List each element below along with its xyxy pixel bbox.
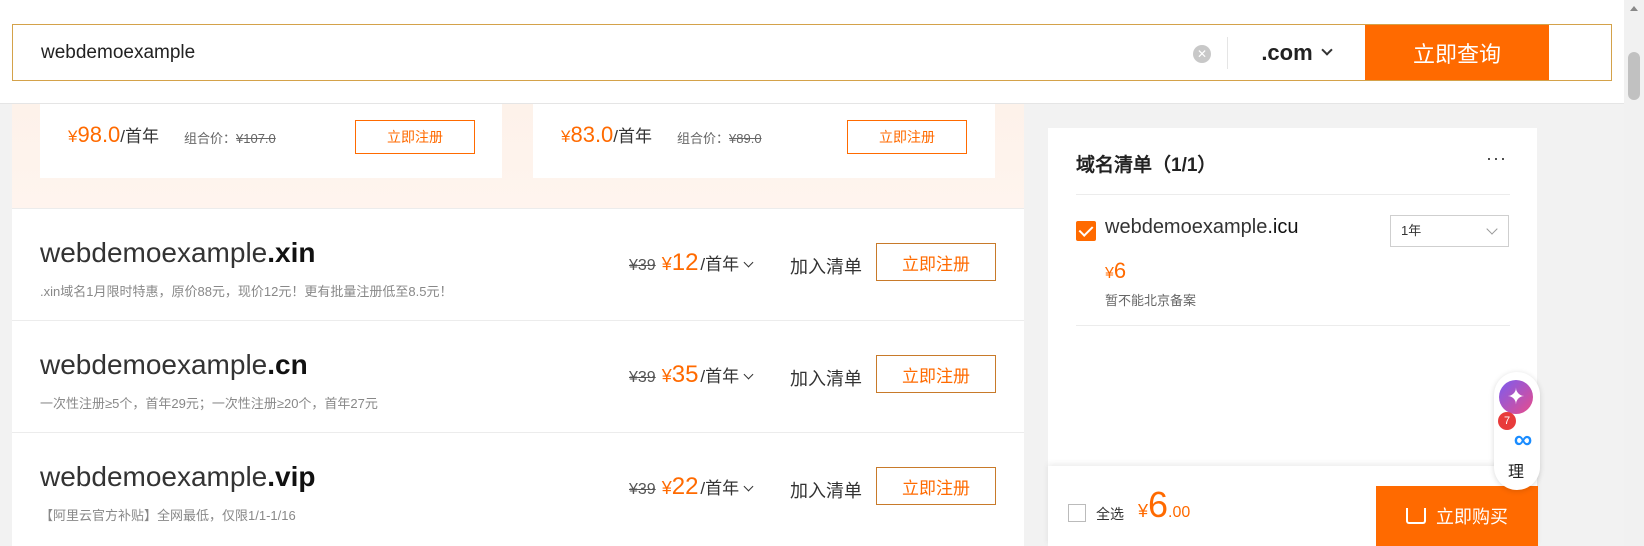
item-checkbox[interactable] (1076, 221, 1096, 241)
domain-promo-text: .xin域名1月限时特惠，原价88元，现价12元！更有批量注册低至8.5元！ (40, 284, 453, 299)
select-all-checkbox[interactable] (1068, 504, 1086, 522)
select-all-label: 全选 (1096, 506, 1124, 522)
search-header: ✕ .com 立即查询 (0, 0, 1624, 104)
cart-footer: 全选 ¥6.00 立即购买 (1048, 466, 1538, 546)
chevron-down-icon (1486, 223, 1498, 235)
buy-now-button[interactable]: 立即购买 (1376, 486, 1538, 546)
combo-original-price: 组合价：¥107.0 (184, 131, 276, 146)
cart-item-note: 暂不能北京备案 (1105, 293, 1197, 308)
domain-price[interactable]: ¥39 ¥ 35 /首年 (629, 361, 754, 389)
add-to-list-button[interactable]: 加入清单 (790, 253, 862, 279)
original-price: ¥39 (629, 481, 656, 498)
divider (1076, 194, 1510, 195)
domain-row-vip: webdemoexample.vip 【阿里云官方补贴】全网最低，仅限1/1-1… (12, 432, 1024, 544)
chevron-down-icon (743, 481, 754, 492)
cart-total: ¥6.00 (1138, 484, 1191, 525)
domain-search-input[interactable] (41, 25, 1191, 80)
search-button[interactable]: 立即查询 (1365, 25, 1549, 80)
domain-search-box: ✕ .com 立即查询 (12, 24, 1612, 81)
domain-name: webdemoexample.cn (40, 349, 308, 380)
combo-register-button[interactable]: 立即注册 (355, 120, 475, 154)
chevron-down-icon (743, 257, 754, 268)
scroll-thumb[interactable] (1628, 52, 1640, 100)
ai-assistant-icon[interactable]: ✦ (1499, 380, 1533, 414)
floating-assistant-widget[interactable]: ✦ 7 ∞ 理 (1494, 372, 1540, 490)
register-button[interactable]: 立即注册 (876, 467, 996, 505)
domain-row-xin: webdemoexample.xin .xin域名1月限时特惠，原价88元，现价… (12, 208, 1024, 320)
register-button[interactable]: 立即注册 (876, 355, 996, 393)
original-price: ¥39 (629, 369, 656, 386)
domain-row-cn: webdemoexample.cn 一次性注册≥5个，首年29元；一次性注册≥2… (12, 320, 1024, 432)
cart-item-domain: webdemoexample.icu (1105, 216, 1299, 238)
add-to-list-button[interactable]: 加入清单 (790, 477, 862, 503)
domain-name: webdemoexample.vip (40, 461, 316, 492)
divider (1076, 325, 1510, 326)
page-scrollbar[interactable] (1624, 0, 1644, 546)
link-icon[interactable]: ∞ (1508, 424, 1538, 454)
clear-circle-icon[interactable]: ✕ (1193, 45, 1211, 63)
shopping-cart-icon (1406, 508, 1426, 524)
add-to-list-button[interactable]: 加入清单 (790, 365, 862, 391)
domain-name: webdemoexample.xin (40, 237, 316, 268)
cart-title: 域名清单（1/1） (1076, 155, 1217, 176)
tld-dropdown[interactable]: .com (1228, 25, 1364, 80)
tld-dropdown-value: .com (1261, 39, 1313, 65)
domain-promo-text: 【阿里云官方补贴】全网最低，仅限1/1-1/16 (40, 508, 296, 523)
widget-label: 理 (1508, 464, 1525, 481)
domain-price[interactable]: ¥39 ¥ 12 /首年 (629, 249, 754, 277)
cart-item-price: ¥6 (1105, 258, 1127, 283)
combo-offers: ¥98.0/首年 组合价：¥107.0 立即注册 ¥83.0/首年 组合价：¥8… (12, 104, 1024, 208)
combo-register-button[interactable]: 立即注册 (847, 120, 967, 154)
domain-results-panel: ¥98.0/首年 组合价：¥107.0 立即注册 ¥83.0/首年 组合价：¥8… (12, 104, 1024, 546)
domain-promo-text: 一次性注册≥5个，首年29元；一次性注册≥20个，首年27元 (40, 396, 378, 411)
domain-price[interactable]: ¥39 ¥ 22 /首年 (629, 473, 754, 501)
more-icon[interactable]: ··· (1486, 148, 1507, 169)
combo-card: ¥83.0/首年 组合价：¥89.0 立即注册 (533, 104, 995, 178)
original-price: ¥39 (629, 257, 656, 274)
combo-card: ¥98.0/首年 组合价：¥107.0 立即注册 (40, 104, 502, 178)
register-button[interactable]: 立即注册 (876, 243, 996, 281)
combo-price: ¥98.0/首年 (68, 122, 160, 147)
year-select[interactable]: 1年 (1390, 215, 1509, 247)
scroll-up-arrow-icon[interactable] (1630, 6, 1638, 11)
chevron-down-icon (1321, 44, 1333, 56)
combo-price: ¥83.0/首年 (561, 122, 653, 147)
chevron-down-icon (743, 369, 754, 380)
combo-original-price: 组合价：¥89.0 (677, 131, 762, 146)
